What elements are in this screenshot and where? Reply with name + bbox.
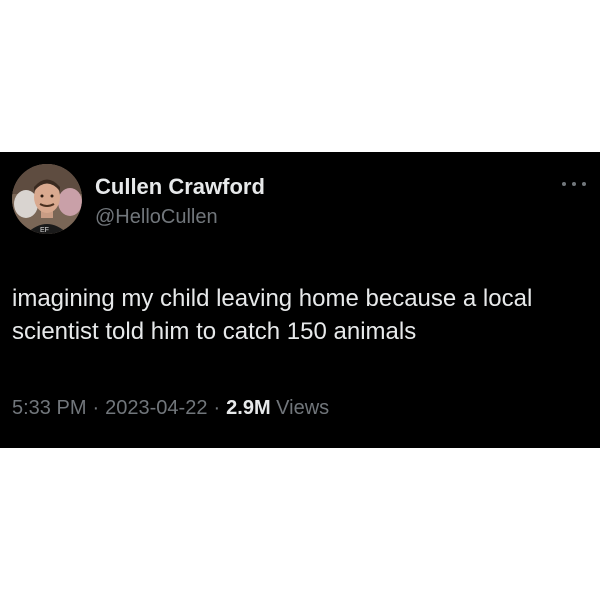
avatar[interactable]: EF <box>12 164 82 234</box>
profile-photo-icon: EF <box>12 164 82 234</box>
separator: · <box>213 397 221 419</box>
views-label: Views <box>276 397 330 419</box>
tweet-meta: 5:33 PM · 2023-04-22 · 2.9M Views <box>12 397 329 420</box>
more-dot <box>562 182 566 186</box>
tweet-time[interactable]: 5:33 PM <box>12 397 86 419</box>
views-count: 2.9M <box>226 397 271 419</box>
tweet-date[interactable]: 2023-04-22 <box>105 397 207 419</box>
author-handle[interactable]: @HelloCullen <box>95 206 218 229</box>
more-dot <box>572 182 576 186</box>
more-options-icon[interactable] <box>562 174 586 194</box>
author-display-name[interactable]: Cullen Crawford <box>95 174 265 200</box>
svg-text:EF: EF <box>40 227 49 234</box>
more-dot <box>582 182 586 186</box>
tweet-text: imagining my child leaving home because … <box>12 285 533 345</box>
tweet-card: EF Cullen Crawford @HelloCullen imaginin… <box>0 152 600 448</box>
separator: · <box>92 397 100 419</box>
